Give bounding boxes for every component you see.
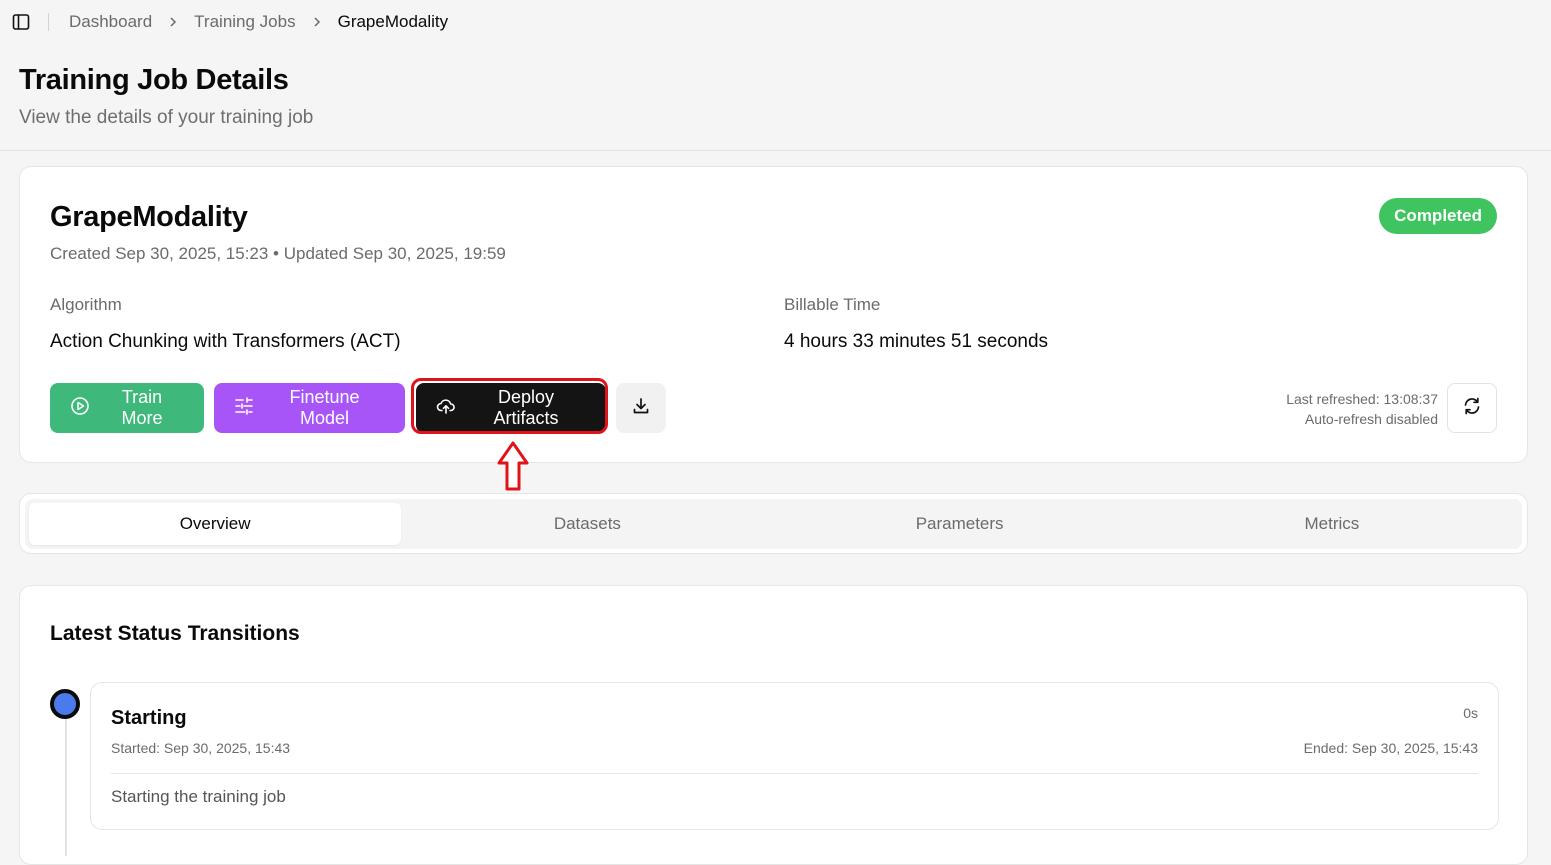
timeline-line [65,716,67,856]
billable-time-label: Billable Time [784,295,881,314]
algorithm-label: Algorithm [50,295,122,314]
breadcrumb: Dashboard Training Jobs GrapeModality [69,12,448,32]
top-bar: Dashboard Training Jobs GrapeModality [0,0,1551,44]
page-title: Training Job Details [19,64,289,96]
deploy-artifacts-button[interactable]: Deploy Artifacts [416,383,606,433]
divider [111,773,1478,774]
cloud-upload-icon [436,396,456,421]
train-more-label: Train More [121,387,163,428]
billable-time-value: 4 hours 33 minutes 51 seconds [784,331,1049,352]
download-icon [631,396,651,421]
status-badge: Completed [1379,198,1497,234]
section-title: Latest Status Transitions [50,622,300,645]
transition-duration: 0s [1463,705,1478,721]
sidebar-toggle-icon[interactable] [12,13,30,31]
transition-started: Started: Sep 30, 2025, 15:43 [111,740,291,756]
divider [48,13,49,31]
job-name: GrapeModality [50,201,248,233]
train-more-button[interactable]: Train More [50,383,204,433]
refresh-icon [1462,396,1482,421]
finetune-model-label: Finetune Model [289,387,360,428]
tab-list: Overview Datasets Parameters Metrics [25,499,1522,549]
transition-title: Starting [111,707,187,729]
breadcrumb-training-jobs[interactable]: Training Jobs [194,12,295,32]
sliders-icon [234,396,254,421]
arrow-up-icon [497,441,529,491]
tabs-card: Overview Datasets Parameters Metrics [19,493,1528,554]
transition-message: Starting the training job [111,787,286,806]
status-transitions-card: Latest Status Transitions Starting 0s St… [19,585,1528,865]
breadcrumb-current: GrapeModality [337,12,449,31]
deploy-artifacts-label: Deploy Artifacts [493,387,559,428]
page-subtitle: View the details of your training job [19,107,314,128]
chevron-right-icon [312,16,322,28]
last-refreshed-text: Last refreshed: 13:08:37 [1286,391,1438,407]
algorithm-value: Action Chunking with Transformers (ACT) [50,331,401,352]
breadcrumb-dashboard[interactable]: Dashboard [69,12,152,32]
download-button[interactable] [616,383,666,433]
transition-ended: Ended: Sep 30, 2025, 15:43 [1303,740,1478,756]
transition-item: Starting 0s Started: Sep 30, 2025, 15:43… [90,682,1499,830]
auto-refresh-text: Auto-refresh disabled [1304,411,1438,427]
finetune-model-button[interactable]: Finetune Model [214,383,405,433]
job-summary-card: GrapeModality Created Sep 30, 2025, 15:2… [19,166,1528,463]
play-circle-icon [70,396,90,421]
timeline-dot-icon [50,689,80,719]
tab-metrics[interactable]: Metrics [1146,503,1518,545]
tab-overview[interactable]: Overview [29,503,402,545]
refresh-info: Last refreshed: 13:08:37 Auto-refresh di… [1286,389,1438,429]
refresh-button[interactable] [1447,383,1497,433]
tab-datasets[interactable]: Datasets [401,503,773,545]
page-header: Training Job Details View the details of… [0,44,1551,151]
job-meta: Created Sep 30, 2025, 15:23 • Updated Se… [50,244,506,263]
tab-parameters[interactable]: Parameters [774,503,1146,545]
chevron-right-icon [168,16,178,28]
